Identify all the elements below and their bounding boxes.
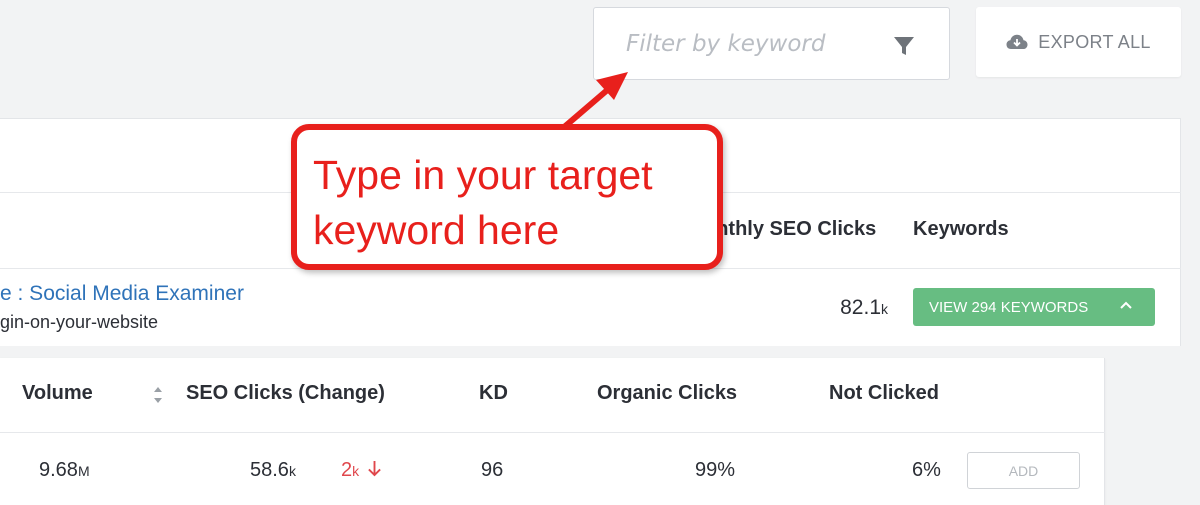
annotation-callout: Type in your target keyword here	[291, 124, 723, 270]
add-keyword-button[interactable]: ADD	[967, 452, 1080, 489]
header-kd[interactable]: KD	[479, 382, 508, 405]
monthly-seo-clicks-value: 82.1k	[840, 296, 888, 320]
keyword-header-divider	[0, 432, 1105, 433]
clicks-unit: k	[881, 301, 888, 317]
change-number: 2	[341, 459, 353, 481]
kd-value: 96	[481, 459, 504, 481]
result-title-link[interactable]: e : Social Media Examiner	[0, 282, 244, 306]
header-organic-clicks[interactable]: Organic Clicks	[597, 382, 737, 405]
seo-clicks-unit: k	[288, 463, 296, 479]
header-not-clicked[interactable]: Not Clicked	[829, 382, 939, 405]
header-keywords[interactable]: Keywords	[913, 218, 1009, 241]
view-keywords-label: VIEW 294 KEYWORDS	[929, 298, 1089, 316]
export-all-button[interactable]: EXPORT ALL	[976, 7, 1181, 77]
view-keywords-button[interactable]: VIEW 294 KEYWORDS	[913, 288, 1155, 326]
header-volume[interactable]: Volume	[22, 382, 93, 405]
arrow-down-icon	[367, 461, 381, 477]
volume-number: 9.68	[39, 459, 78, 481]
result-url: gin-on-your-website	[0, 312, 159, 332]
filter-input[interactable]	[626, 28, 886, 60]
header-seo-clicks-change[interactable]: SEO Clicks (Change)	[186, 382, 385, 405]
seo-clicks-value: 58.6k	[250, 459, 296, 482]
keyword-filter[interactable]	[593, 7, 950, 80]
volume-unit: M	[77, 463, 90, 479]
seo-clicks-change: 2k	[341, 459, 382, 482]
header-monthly-seo-clicks[interactable]: onthly SEO Clicks	[704, 218, 876, 241]
organic-clicks-value: 99%	[695, 459, 736, 481]
funnel-icon[interactable]	[892, 34, 916, 58]
seo-clicks-number: 58.6	[250, 459, 289, 481]
change-unit: k	[352, 463, 360, 479]
chevron-up-icon	[1120, 301, 1132, 309]
sort-icon[interactable]	[152, 383, 164, 407]
volume-value: 9.68M	[39, 459, 90, 482]
callout-line-1: Type in your target	[313, 152, 653, 198]
clicks-number: 82.1	[840, 296, 881, 319]
callout-line-2: keyword here	[313, 207, 560, 253]
not-clicked-value: 6%	[912, 459, 941, 481]
export-all-label: EXPORT ALL	[1038, 31, 1151, 52]
cloud-download-icon	[1006, 34, 1028, 49]
